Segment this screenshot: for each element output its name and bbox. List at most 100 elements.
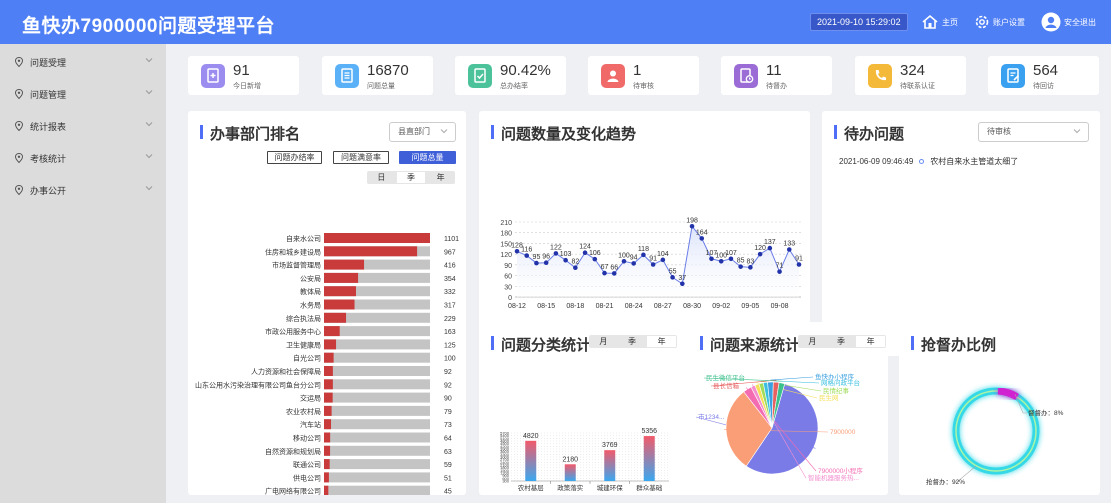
data-label: 104 xyxy=(657,251,669,258)
data-point xyxy=(757,251,763,257)
stat-card-pending-revisit[interactable]: 564 待回访 xyxy=(988,56,1099,95)
logout-button[interactable]: 安全退出 xyxy=(1041,12,1096,32)
y-tick-label: 30 xyxy=(504,284,512,291)
bar xyxy=(324,472,329,483)
select-value: 待审核 xyxy=(987,127,1011,136)
home-label: 主页 xyxy=(942,17,958,27)
bar xyxy=(324,485,329,495)
stat-label: 问题总量 xyxy=(367,83,395,90)
category-bar-chart: 3006009001200150018002100240027003000330… xyxy=(500,428,669,492)
bar xyxy=(324,419,332,430)
data-point xyxy=(592,256,598,262)
data-point xyxy=(650,262,656,267)
edit-document-icon xyxy=(1001,64,1025,88)
bar xyxy=(324,326,340,337)
y-tick-label: 90 xyxy=(504,263,512,270)
bar-value-label: 100 xyxy=(444,356,456,363)
data-point xyxy=(611,271,617,276)
stat-card-pending-supervise[interactable]: 11 待督办 xyxy=(721,56,832,95)
bar-label: 供电公司 xyxy=(293,473,321,482)
top-header: 鱼快办7900000问题受理平台 2021-09-10 15:29:02 主页 … xyxy=(0,0,1111,44)
chevron-down-icon xyxy=(145,154,153,159)
bar-track xyxy=(324,379,430,390)
bar-value-label: 416 xyxy=(444,263,456,270)
bar xyxy=(324,352,334,363)
bar xyxy=(324,405,332,416)
data-label: 120 xyxy=(754,245,766,252)
data-label: 96 xyxy=(542,254,550,261)
data-label: 66 xyxy=(610,264,618,271)
data-label: 82 xyxy=(571,259,579,266)
home-button[interactable]: 主页 xyxy=(921,12,958,32)
sidebar-item-reports[interactable]: 统计报表 xyxy=(0,110,166,142)
logout-label: 安全退出 xyxy=(1064,17,1096,27)
avatar-icon xyxy=(1041,12,1061,32)
stat-label: 今日新增 xyxy=(233,83,261,90)
bar xyxy=(604,450,616,481)
bar-track xyxy=(324,339,430,350)
bar-track xyxy=(324,326,430,337)
leader-line xyxy=(770,376,814,381)
stat-card-today-new[interactable]: 91 今日新增 xyxy=(188,56,299,95)
data-point xyxy=(670,275,675,280)
slice-label: 7900000小程序 xyxy=(818,466,863,475)
data-label: 94 xyxy=(630,254,638,261)
data-label: 3769 xyxy=(602,442,618,449)
x-tick-label: 08-12 xyxy=(508,303,526,310)
stat-card-total[interactable]: 16870 问题总量 xyxy=(322,56,433,95)
data-point xyxy=(689,223,695,229)
data-label: 106 xyxy=(589,250,601,257)
sidebar-item-issue-manage[interactable]: 问题管理 xyxy=(0,78,166,110)
slice-label: 市1234... xyxy=(698,412,725,421)
bar xyxy=(324,432,331,443)
ring-segment xyxy=(997,387,1019,401)
data-point xyxy=(553,251,559,256)
slice-label: 县长信箱 xyxy=(713,381,740,390)
file-add-icon xyxy=(201,64,225,88)
data-label: 4820 xyxy=(523,433,539,440)
pending-item[interactable]: 2021-06-09 09:46:49 农村自来水主管道太细了 xyxy=(839,154,1089,168)
data-label: 107 xyxy=(725,250,737,257)
bar-label: 公安局 xyxy=(300,274,321,283)
sidebar-item-label: 问题受理 xyxy=(30,57,67,68)
bar xyxy=(324,392,333,403)
stat-card-pending-contact[interactable]: 324 待联系认证 xyxy=(855,56,966,95)
data-label: 91 xyxy=(795,256,803,263)
supervise-panel: 抢督办比例 督督办：8% 抢督办：92% xyxy=(899,322,1100,495)
bar-value-label: 45 xyxy=(444,489,452,495)
bar xyxy=(525,440,537,481)
bar-track xyxy=(324,485,430,495)
stat-card-completion-rate[interactable]: 90.42% 总办结率 xyxy=(455,56,566,95)
slice-label: 民情纪事 xyxy=(823,386,850,395)
department-ranking-panel: 办事部门排名 县直部门 问题办结率 问题满意率 问题总量 日 季 年 自来水公司… xyxy=(188,111,466,495)
pending-status-select[interactable]: 待审核 xyxy=(978,122,1089,142)
stat-label: 待联系认证 xyxy=(900,83,935,90)
check-document-icon xyxy=(468,64,492,88)
stat-card-pending-review[interactable]: 1 待审核 xyxy=(588,56,699,95)
sidebar-item-issue-accept[interactable]: 问题受理 xyxy=(0,46,166,78)
gear-icon xyxy=(975,15,989,29)
y-tick-label: 60 xyxy=(504,274,512,281)
bar-value-label: 63 xyxy=(444,449,452,456)
bar-label: 卫生健康局 xyxy=(286,340,321,349)
sidebar-item-assessment[interactable]: 考核统计 xyxy=(0,142,166,174)
data-label: 91 xyxy=(649,256,657,263)
data-label: 71 xyxy=(776,263,784,270)
bar-track xyxy=(324,352,430,363)
stat-label: 待审核 xyxy=(633,83,654,90)
sidebar-item-public[interactable]: 办事公开 xyxy=(0,174,166,206)
bar xyxy=(324,379,333,390)
account-settings-button[interactable]: 账户设置 xyxy=(974,12,1025,32)
bar xyxy=(324,272,359,283)
main-content: 91 今日新增 16870 问题总量 90.42% 总办结率 1 待审核 11 … xyxy=(166,44,1111,503)
bar-value-label: 73 xyxy=(444,422,452,429)
bar xyxy=(643,436,655,481)
data-point xyxy=(641,252,646,258)
trend-panel: 问题数量及变化趋势 0 30 60 90 120 150 180 210 128 116 95 96 1… xyxy=(479,111,810,356)
data-label: 103 xyxy=(560,251,572,258)
stat-value: 91 xyxy=(233,62,250,79)
data-point xyxy=(563,257,568,263)
source-panel: 问题来源统计 月 季 年 市1234... 7900000 7900000小程序 智能… xyxy=(688,322,888,495)
bar xyxy=(324,459,330,470)
bar-label: 教体局 xyxy=(300,287,321,296)
